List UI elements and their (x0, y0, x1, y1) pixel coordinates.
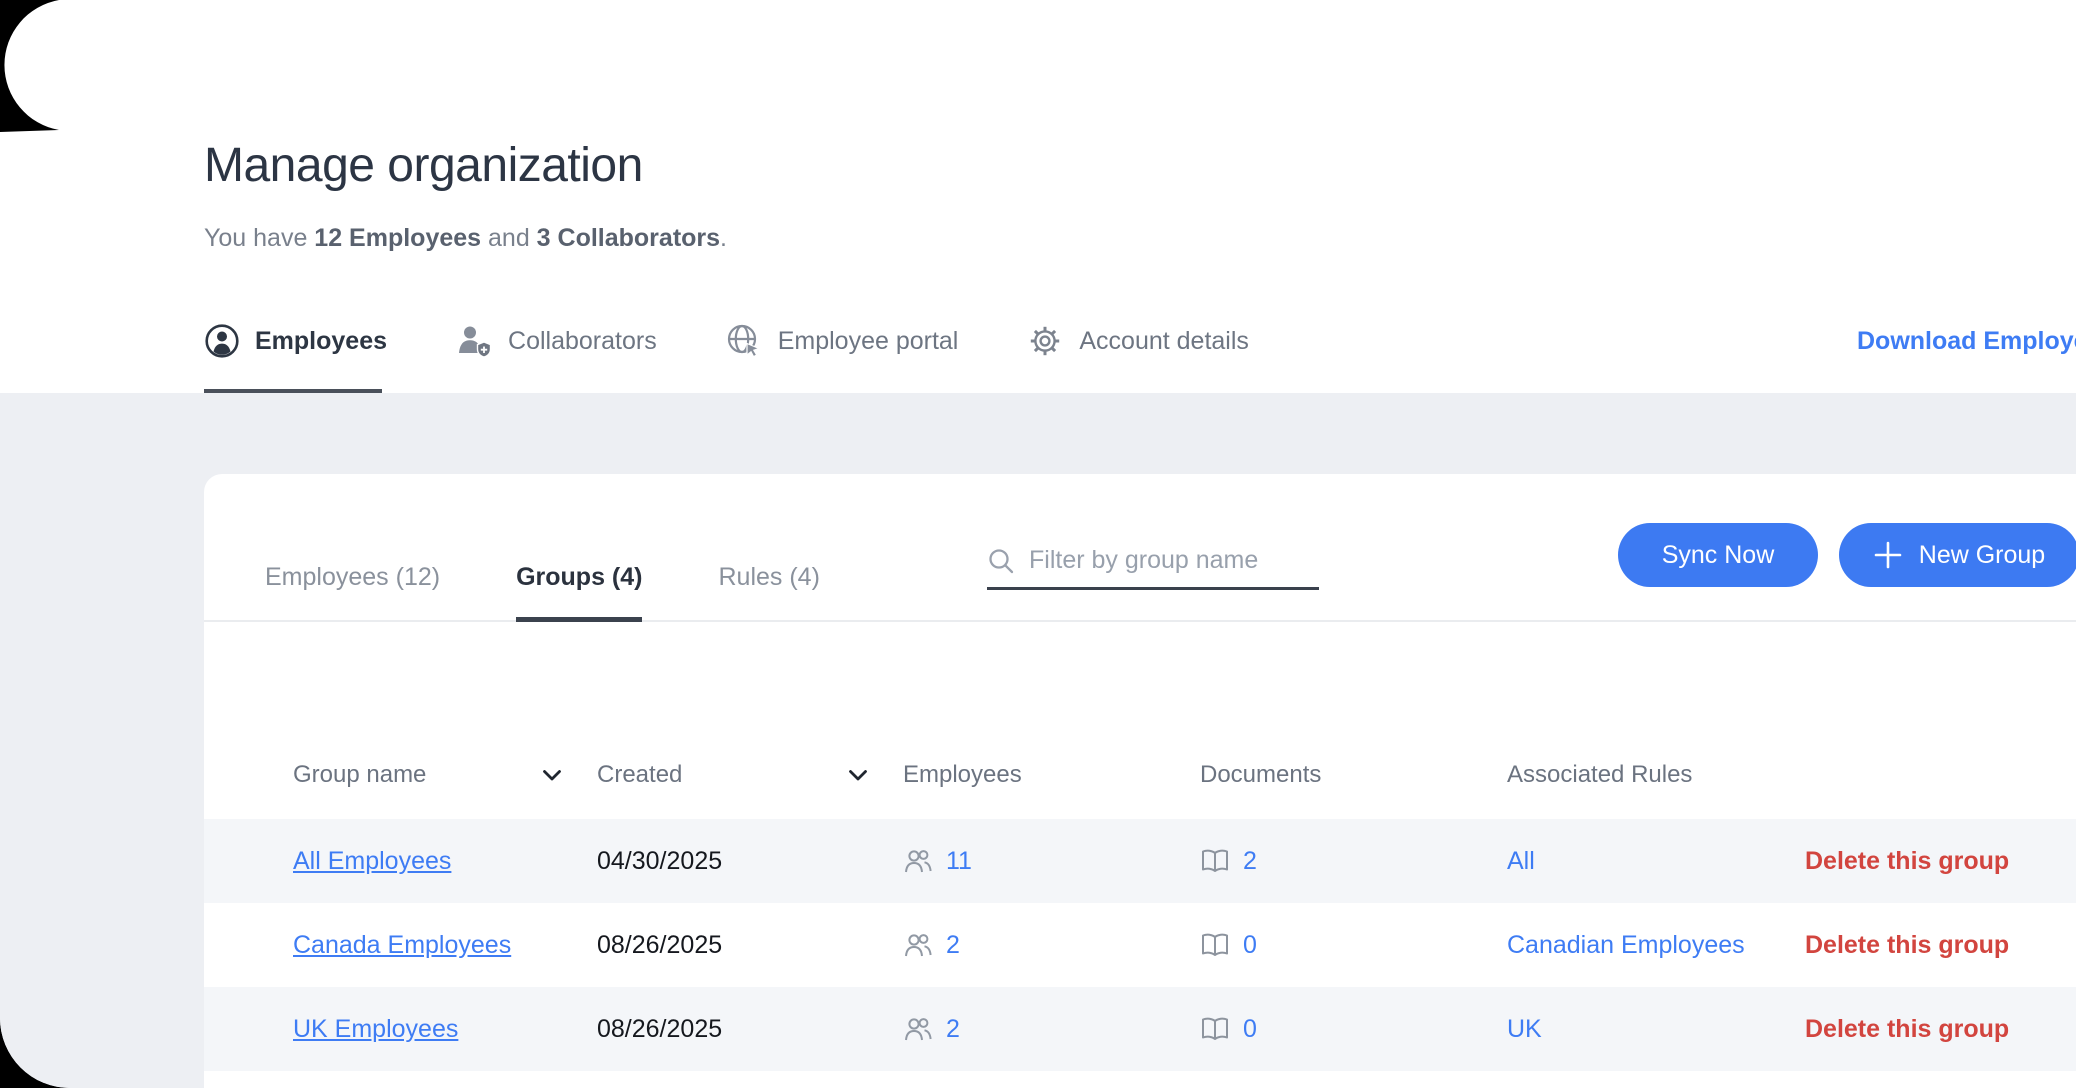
table-header-row: Group name Created Employees Documents A… (204, 622, 2076, 819)
card-toolbar: Employees (12) Groups (4) Rules (4) Sync… (204, 474, 2076, 622)
chevron-down-icon (848, 769, 868, 782)
table-row: UK Employees 08/26/2025 2 0 UK Delete th… (204, 987, 2076, 1071)
column-header-associated-rules: Associated Rules (1507, 761, 1805, 789)
delete-group-link[interactable]: Delete this group (1805, 1015, 2009, 1043)
employees-count-link[interactable]: 2 (946, 1015, 960, 1044)
plus-icon (1873, 540, 1903, 570)
employees-count-link[interactable]: 2 (946, 931, 960, 960)
collaborators-count-text: 3 Collaborators (537, 224, 720, 252)
sync-now-button[interactable]: Sync Now (1618, 523, 1818, 587)
associated-rule-link[interactable]: All (1507, 847, 1535, 875)
documents-count-link[interactable]: 0 (1243, 1015, 1257, 1044)
column-header-group-name[interactable]: Group name (293, 761, 597, 789)
person-circle-icon (204, 323, 240, 359)
window-corner-notch (0, 0, 70, 138)
toolbar-buttons: Sync Now New Group (1618, 523, 2076, 587)
people-icon (903, 848, 933, 874)
column-header-documents: Documents (1200, 761, 1507, 789)
group-name-link[interactable]: All Employees (293, 847, 451, 875)
page-title: Manage organization (204, 138, 643, 193)
new-group-button[interactable]: New Group (1839, 523, 2076, 587)
person-badge-icon (455, 322, 493, 360)
column-header-created[interactable]: Created (597, 761, 903, 789)
tab-collaborators[interactable]: Collaborators (455, 322, 657, 360)
group-name-link[interactable]: UK Employees (293, 1015, 458, 1043)
main-nav-tabs: Employees Collaborators (204, 312, 1317, 370)
chevron-down-icon (542, 769, 562, 782)
delete-group-link[interactable]: Delete this group (1805, 931, 2009, 959)
tab-account-details-label: Account details (1079, 327, 1249, 356)
tab-employee-portal-label: Employee portal (778, 327, 959, 356)
new-group-label: New Group (1919, 541, 2045, 570)
documents-count-link[interactable]: 0 (1243, 931, 1257, 960)
tab-rules[interactable]: Rules (4) (718, 563, 819, 620)
page-header: Manage organization You have 12 Employee… (0, 0, 2076, 393)
book-icon (1200, 932, 1230, 959)
tab-employees-list[interactable]: Employees (12) (265, 563, 440, 620)
employees-count-link[interactable]: 11 (946, 847, 972, 876)
tab-collaborators-label: Collaborators (508, 327, 657, 356)
column-header-employees: Employees (903, 761, 1200, 789)
summary-mid: and (481, 224, 537, 252)
table-row: Canada Employees 08/26/2025 2 0 Canadian… (204, 903, 2076, 987)
filter-by-group-name-input[interactable] (1029, 546, 1351, 575)
group-name-header-label: Group name (293, 761, 426, 789)
groups-card: Employees (12) Groups (4) Rules (4) Sync… (204, 474, 2076, 1088)
documents-count-link[interactable]: 2 (1243, 847, 1257, 876)
sync-now-label: Sync Now (1662, 541, 1775, 570)
tab-employees[interactable]: Employees (204, 323, 387, 359)
employees-count-text: 12 Employees (314, 224, 481, 252)
table-row: USA employees 08/26/2025 3 0 American Em… (204, 1071, 2076, 1088)
content-area: Employees (12) Groups (4) Rules (4) Sync… (0, 393, 2076, 1088)
download-employees-link[interactable]: Download Employees (1857, 327, 2076, 356)
created-date: 08/26/2025 (597, 931, 903, 960)
search-icon (987, 547, 1015, 575)
group-filter (987, 546, 1319, 590)
tab-account-details[interactable]: Account details (1026, 322, 1249, 360)
people-icon (903, 1016, 933, 1042)
people-icon (903, 932, 933, 958)
tab-employees-label: Employees (255, 327, 387, 356)
created-date: 04/30/2025 (597, 847, 903, 876)
org-summary-text: You have 12 Employees and 3 Collaborator… (204, 224, 727, 253)
associated-rule-link[interactable]: UK (1507, 1015, 1542, 1043)
summary-prefix: You have (204, 224, 314, 252)
created-header-label: Created (597, 761, 682, 789)
app-window: Manage organization You have 12 Employee… (0, 0, 2076, 1088)
book-icon (1200, 848, 1230, 875)
book-icon (1200, 1016, 1230, 1043)
gear-icon (1026, 322, 1064, 360)
tab-employee-portal[interactable]: Employee portal (725, 322, 959, 360)
delete-group-link[interactable]: Delete this group (1805, 847, 2009, 875)
created-date: 08/26/2025 (597, 1015, 903, 1044)
tab-groups[interactable]: Groups (4) (516, 563, 642, 620)
globe-icon (725, 322, 763, 360)
table-row: All Employees 04/30/2025 11 2 All Delete… (204, 819, 2076, 903)
group-name-link[interactable]: Canada Employees (293, 931, 511, 959)
associated-rule-link[interactable]: Canadian Employees (1507, 931, 1745, 959)
summary-suffix: . (720, 224, 727, 252)
